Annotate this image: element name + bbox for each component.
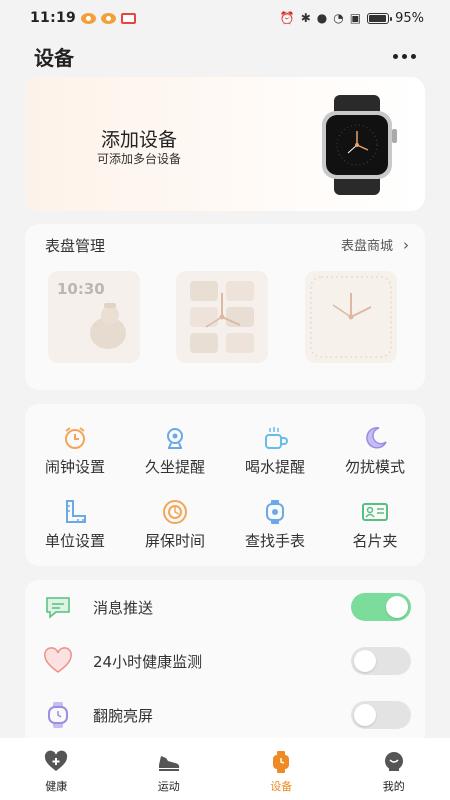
battery-fill [369, 14, 387, 22]
toggle-knob [386, 596, 408, 618]
raise-wrist-label: 翻腕亮屏 [93, 706, 154, 725]
more-dot-icon [411, 53, 416, 59]
tab-health[interactable]: 健康 [0, 738, 113, 800]
wrist-watch-icon [48, 702, 68, 728]
bluetooth-icon: ✱ [300, 11, 311, 25]
watch-dial-2[interactable] [176, 271, 268, 363]
alert-icon: ▣ [349, 11, 362, 25]
settings-card: 消息推送 24小时健康监测 翻腕亮屏 [25, 580, 425, 750]
dial-store-link[interactable]: 表盘商城 › [340, 235, 409, 255]
drink-reminder-button[interactable]: 喝水提醒 [225, 424, 325, 477]
functions-card: 闹钟设置 久坐提醒 喝水提醒 勿扰模式 单位设置 屏保时间 查找手表 名片夹 [25, 404, 425, 566]
business-card-icon [362, 503, 388, 521]
unit-settings-button[interactable]: 单位设置 [25, 498, 125, 551]
screen-saver-label: 屏保时间 [144, 532, 205, 550]
more-dot-icon [402, 53, 407, 59]
ruler-icon [66, 500, 86, 523]
setting-row-message-push: 消息推送 [25, 582, 425, 632]
sitting-chair-icon [167, 428, 183, 449]
page-title: 设备 [34, 45, 74, 70]
more-options-button[interactable] [393, 53, 416, 59]
tab-sport-label: 运动 [157, 780, 180, 793]
find-watch-label: 查找手表 [244, 532, 305, 550]
dial-1-art [90, 303, 126, 349]
battery-icon [367, 12, 393, 24]
location-icon: ● [316, 11, 328, 25]
sedentary-reminder-button[interactable]: 久坐提醒 [125, 424, 225, 477]
message-push-label: 消息推送 [93, 598, 154, 617]
dial-2-art [190, 281, 254, 353]
status-right: ⏰ ✱ ● ◔ ▣ 95% [280, 11, 424, 26]
wifi-icon: ◔ [333, 11, 344, 25]
add-device-title: 添加设备 [101, 129, 178, 151]
screen-saver-button[interactable]: 屏保时间 [125, 498, 225, 551]
moon-icon [366, 427, 387, 449]
add-device-subtitle: 可添加多台设备 [97, 152, 182, 166]
watch-dial-1[interactable]: 10:30 [48, 271, 140, 363]
health-monitor-toggle[interactable] [351, 647, 411, 675]
eye-notification-icon-2 [101, 12, 117, 24]
dial-section-title: 表盘管理 [45, 237, 106, 255]
setting-row-health-monitor: 24小时健康监测 [25, 636, 425, 686]
message-push-toggle[interactable] [351, 593, 411, 621]
screen-saver-icon [163, 500, 187, 524]
header: 设备 [0, 36, 450, 76]
unit-settings-label: 单位设置 [44, 532, 105, 550]
do-not-disturb-label: 勿扰模式 [344, 458, 405, 476]
tab-device-label: 设备 [270, 780, 293, 793]
tab-profile-label: 我的 [382, 780, 405, 793]
dial-store-label: 表盘商城 [340, 239, 393, 254]
alarm-status-icon: ⏰ [279, 11, 295, 25]
profile-icon [384, 752, 403, 771]
business-card-button[interactable]: 名片夹 [325, 498, 425, 551]
dial-management-card: 表盘管理 表盘商城 › 10:30 [25, 224, 425, 390]
eye-notification-icon [81, 12, 97, 24]
bottom-tab-bar: 健康 运动 设备 我的 [0, 738, 450, 800]
message-notification-icon [121, 12, 137, 24]
alarm-clock-icon [65, 427, 85, 449]
chevron-right-icon: › [403, 235, 409, 254]
toggle-knob [354, 650, 376, 672]
find-watch-button[interactable]: 查找手表 [225, 498, 325, 551]
water-cup-icon [265, 427, 288, 449]
sneaker-icon [158, 756, 179, 771]
tab-health-label: 健康 [45, 780, 68, 793]
alarm-settings-label: 闹钟设置 [44, 458, 105, 476]
health-icon [45, 750, 68, 771]
setting-row-raise-wrist: 翻腕亮屏 [25, 690, 425, 740]
drink-reminder-label: 喝水提醒 [244, 458, 305, 476]
alarm-settings-button[interactable]: 闹钟设置 [25, 424, 125, 477]
watch-dial-3[interactable] [305, 271, 397, 363]
heart-icon [44, 647, 72, 673]
add-device-card[interactable]: 添加设备 可添加多台设备 [25, 77, 425, 211]
dial-3-art [310, 276, 392, 358]
status-time: 11:19 [30, 10, 77, 26]
more-dot-icon [393, 53, 398, 59]
business-card-label: 名片夹 [352, 532, 398, 550]
message-icon [46, 597, 70, 619]
tab-device[interactable]: 设备 [225, 738, 338, 800]
sedentary-reminder-label: 久坐提醒 [144, 458, 205, 476]
toggle-knob [354, 704, 376, 726]
watch-icon [273, 751, 290, 773]
status-bar: 11:19 ⏰ ✱ ● ◔ ▣ 95% [0, 0, 450, 36]
health-monitor-label: 24小时健康监测 [93, 652, 203, 671]
tab-sport[interactable]: 运动 [113, 738, 226, 800]
tab-profile[interactable]: 我的 [338, 738, 450, 800]
smartwatch-image [322, 95, 397, 195]
do-not-disturb-button[interactable]: 勿扰模式 [325, 424, 425, 477]
battery-percent: 95% [395, 10, 424, 26]
raise-wrist-toggle[interactable] [351, 701, 411, 729]
watch-search-icon [266, 500, 284, 524]
status-left: 11:19 [30, 10, 137, 26]
